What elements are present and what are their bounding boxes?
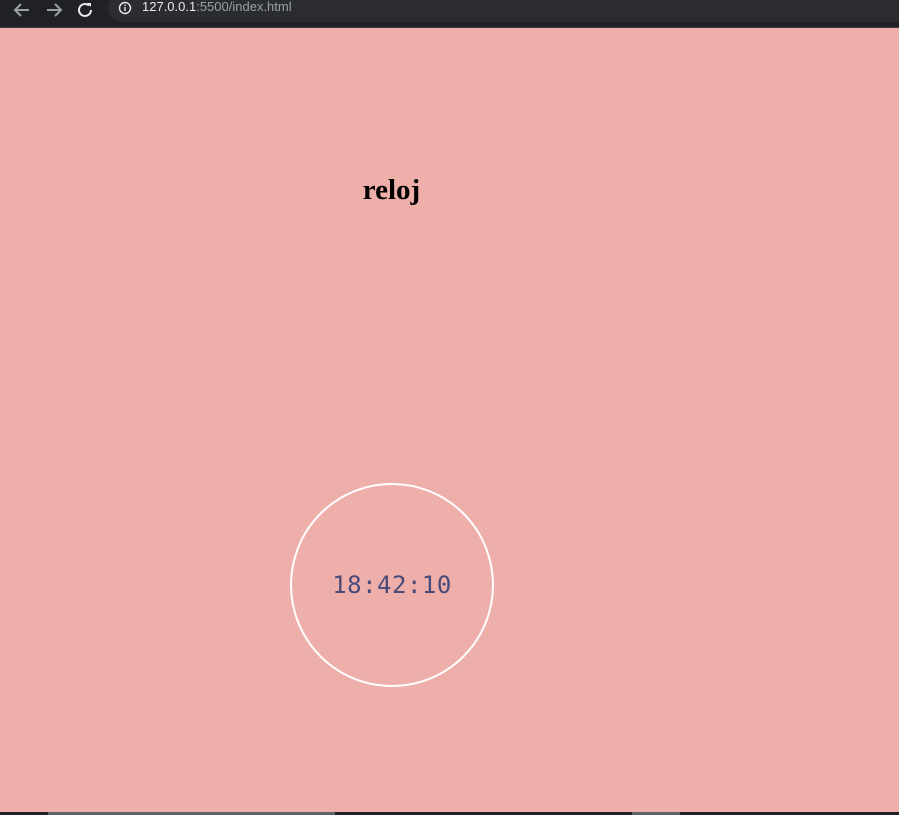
reload-button[interactable]	[74, 0, 98, 20]
url-host: 127.0.0.1	[142, 0, 197, 14]
url-path: :5500/index.html	[196, 0, 292, 14]
info-icon[interactable]	[118, 0, 132, 16]
page-content: reloj 18:42:10	[0, 28, 899, 812]
url-text[interactable]: 127.0.0.1:5500/index.html	[142, 0, 292, 15]
reload-icon	[78, 2, 92, 17]
page-title: reloj	[362, 174, 421, 206]
arrow-right-icon	[47, 3, 63, 17]
back-button[interactable]	[10, 0, 34, 20]
arrow-left-icon	[13, 3, 29, 17]
clock-face: 18:42:10	[290, 483, 494, 687]
clock-time: 18:42:10	[332, 571, 452, 599]
browser-toolbar: 127.0.0.1:5500/index.html	[0, 0, 899, 28]
forward-button[interactable]	[42, 0, 66, 20]
